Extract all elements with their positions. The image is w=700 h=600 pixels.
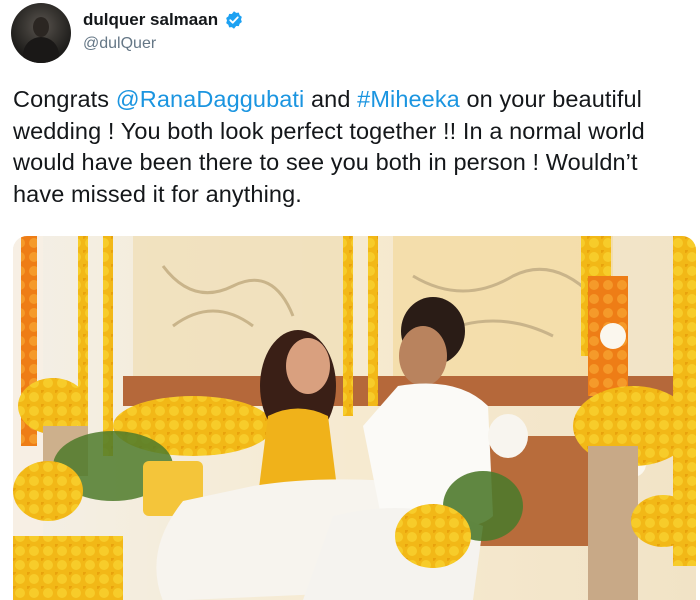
man-face bbox=[399, 326, 447, 386]
avatar-head-shape bbox=[33, 17, 49, 37]
avatar-body-shape bbox=[23, 37, 59, 63]
garland-center bbox=[368, 236, 378, 406]
author-avatar[interactable] bbox=[11, 3, 71, 63]
mention-link[interactable]: @RanaDaggubati bbox=[116, 86, 305, 112]
flower-ball bbox=[631, 495, 695, 547]
author-name-text: dulquer salmaan bbox=[83, 10, 219, 29]
tweet-text-part: Congrats bbox=[13, 86, 116, 112]
author-display-name[interactable]: dulquer salmaan bbox=[83, 10, 244, 30]
flower-ball bbox=[18, 378, 88, 434]
flower-bouquet bbox=[395, 504, 471, 568]
woman-face bbox=[286, 338, 330, 394]
white-flower bbox=[600, 323, 626, 349]
wedding-photo-illustration bbox=[13, 236, 696, 600]
verified-badge-icon bbox=[224, 10, 244, 30]
author-handle[interactable]: @dulQuer bbox=[83, 35, 156, 53]
flower-ball bbox=[13, 461, 83, 521]
tweet-body: Congrats @RanaDaggubati and #Miheeka on … bbox=[13, 84, 693, 210]
jute-pillar bbox=[588, 446, 638, 600]
garland-center bbox=[343, 236, 353, 416]
white-flowers bbox=[488, 414, 528, 458]
tweet-photo[interactable] bbox=[13, 236, 696, 600]
tweet-text-part: and bbox=[304, 86, 358, 112]
hashtag-link[interactable]: #Miheeka bbox=[357, 86, 460, 112]
garland-left bbox=[103, 236, 113, 456]
flower-bed bbox=[13, 536, 123, 600]
